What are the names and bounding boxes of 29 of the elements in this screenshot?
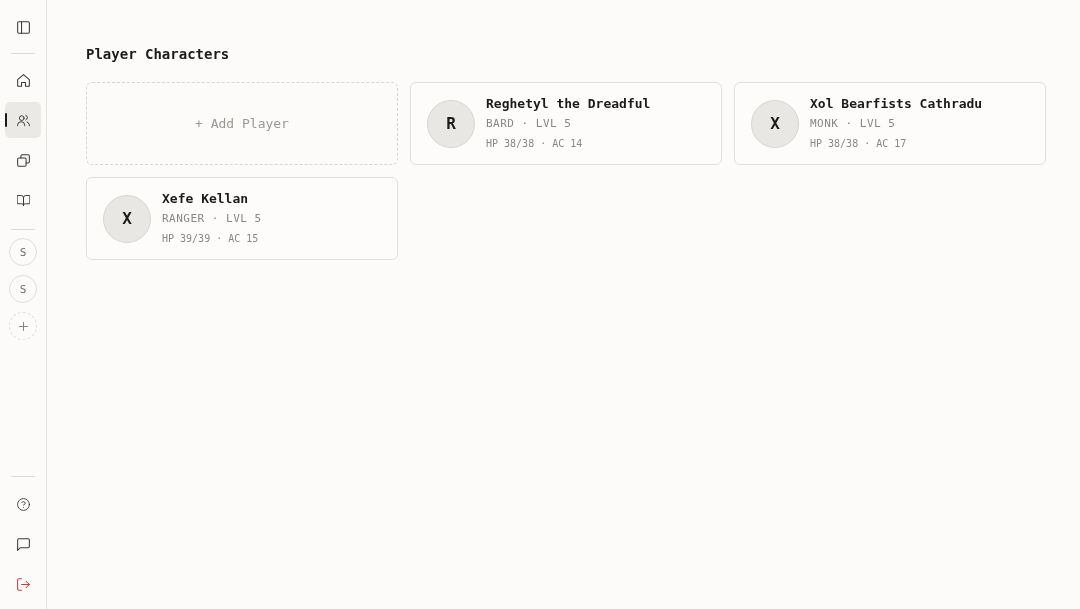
player-name: Xefe Kellan: [162, 189, 250, 208]
player-card[interactable]: X Xol Bearfists Cathradu MONK · LVL 5 HP 38/38 · AC 17: [734, 82, 1046, 165]
page-title: Player Characters: [86, 46, 231, 63]
avatar: R: [427, 99, 475, 148]
player-card[interactable]: X Xefe Kellan RANGER · LVL 5 HP 39/39 · AC 15: [86, 177, 398, 260]
nav-button[interactable]: [5, 102, 41, 138]
player-class-level: BARD · LVL 5: [486, 115, 573, 132]
player-card[interactable]: R Reghetyl the Dreadful BARD · LVL 5 HP 38/38 · AC 14: [410, 82, 722, 165]
avatar: X: [751, 99, 799, 148]
stacked-squares-icon: [16, 153, 30, 167]
sidebar-toggle-icon: [16, 20, 30, 34]
open-book-icon: [16, 193, 30, 207]
player-stats: HP 38/38 · AC 14: [486, 136, 584, 151]
help-icon: [16, 497, 30, 511]
plus-icon: [18, 321, 28, 331]
campaign-button[interactable]: S: [9, 275, 37, 303]
logout-icon: [16, 577, 30, 591]
player-class-level: RANGER · LVL 5: [162, 210, 262, 227]
home-icon: [16, 73, 30, 87]
player-stats: HP 39/39 · AC 15: [162, 231, 260, 246]
player-class-level: MONK · LVL 5: [810, 115, 897, 132]
player-stats: HP 38/38 · AC 17: [810, 136, 908, 151]
campaign-button[interactable]: S: [9, 238, 37, 266]
player-name: Reghetyl the Dreadful: [486, 94, 651, 113]
users-icon: [16, 113, 30, 127]
player-name: Xol Bearfists Cathradu: [810, 94, 983, 113]
add-campaign-button[interactable]: [9, 312, 37, 340]
avatar: X: [103, 194, 151, 243]
chat-bubble-icon: [16, 537, 30, 551]
